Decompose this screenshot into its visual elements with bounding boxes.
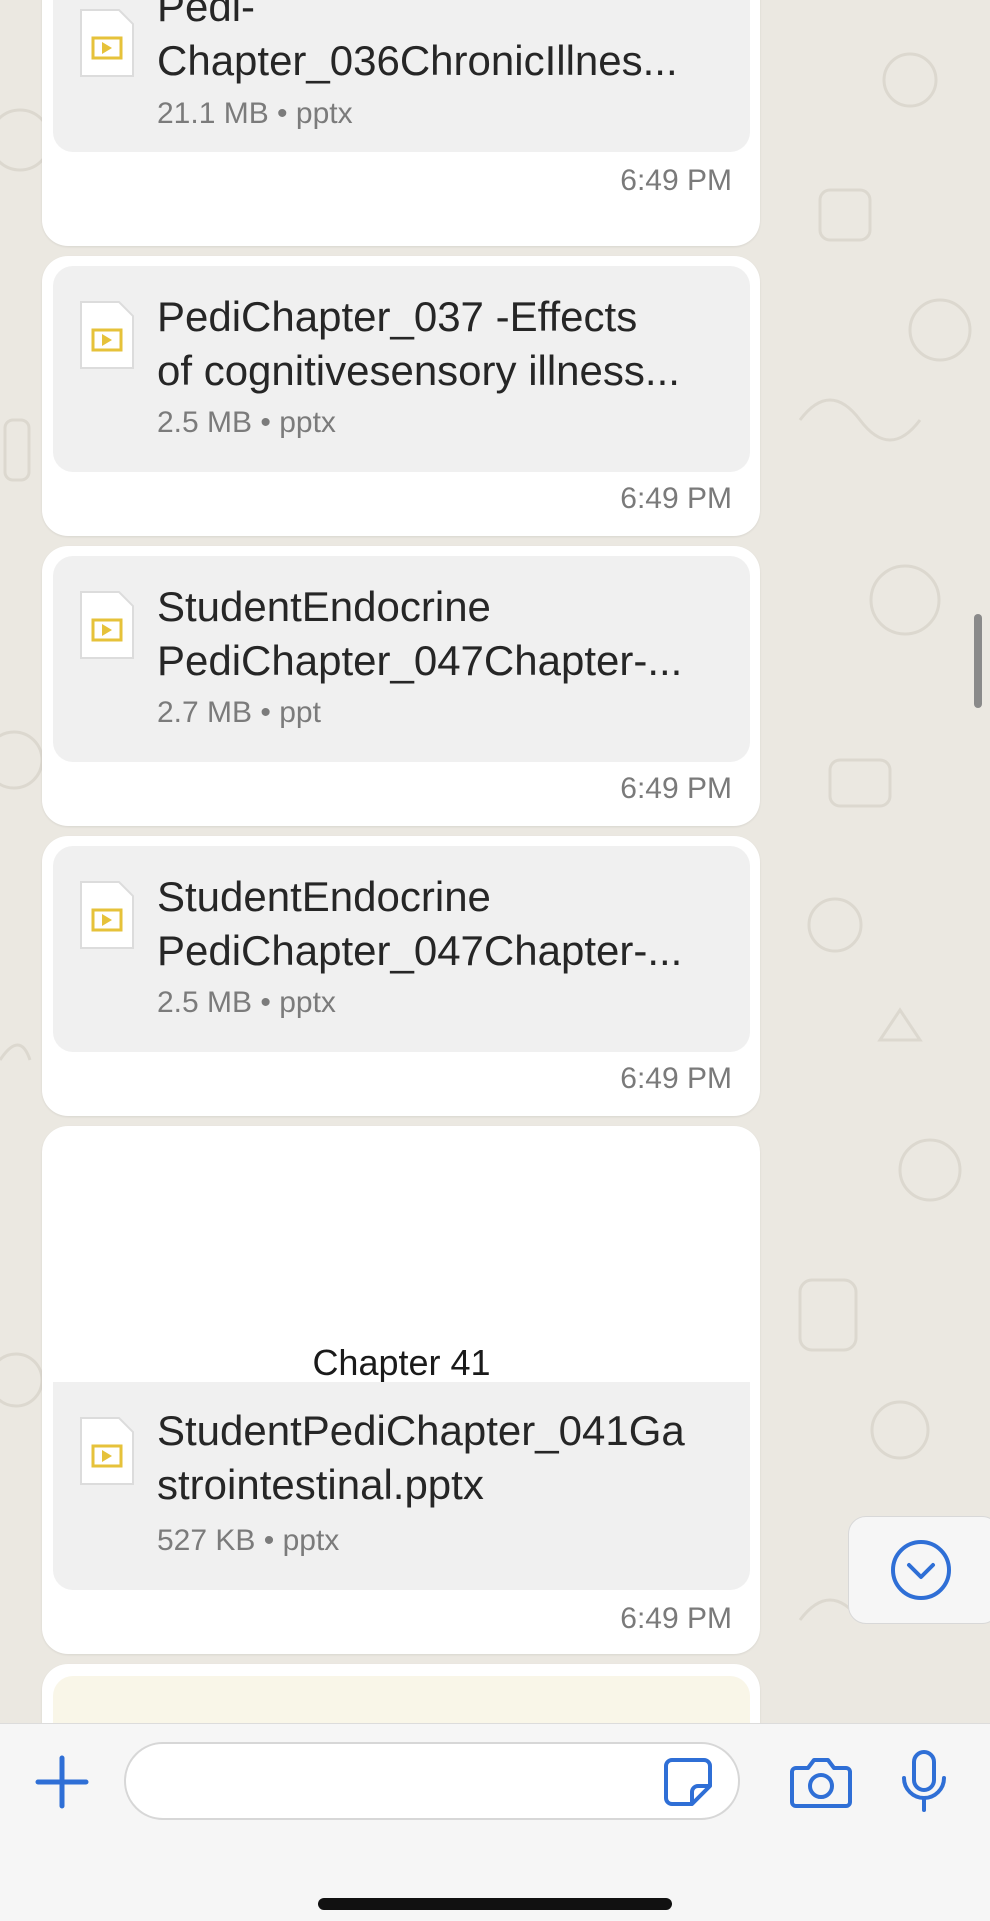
- file-name: StudentEndocrine PediChapter_047Chapter-…: [157, 873, 683, 974]
- home-indicator: [318, 1898, 672, 1910]
- file-meta: 21.1 MB • pptx: [157, 97, 353, 130]
- presentation-file-icon: [80, 1417, 134, 1485]
- presentation-file-icon: [80, 9, 134, 77]
- message-bubble[interactable]: Pedi- Chapter_036ChronicIllnes... 21.1 M…: [42, 0, 760, 246]
- file-attachment[interactable]: PediChapter_037 -Effects of cognitivesen…: [53, 266, 750, 472]
- file-attachment[interactable]: StudentEndocrine PediChapter_047Chapter-…: [53, 556, 750, 762]
- message-bubble[interactable]: [42, 1664, 760, 1723]
- plus-icon[interactable]: [32, 1752, 92, 1812]
- chat-background: Pedi- Chapter_036ChronicIllnes... 21.1 M…: [0, 0, 990, 1723]
- sticker-icon[interactable]: [662, 1756, 714, 1808]
- presentation-file-icon: [80, 591, 134, 659]
- message-bubble[interactable]: StudentEndocrine PediChapter_047Chapter-…: [42, 836, 760, 1116]
- file-attachment[interactable]: StudentEndocrine PediChapter_047Chapter-…: [53, 846, 750, 1052]
- presentation-file-icon: [80, 881, 134, 949]
- preview-title: Chapter 41: [312, 1342, 491, 1383]
- message-bubble[interactable]: PediChapter_037 -Effects of cognitivesen…: [42, 256, 760, 536]
- file-meta: 2.5 MB • pptx: [157, 986, 336, 1019]
- message-timestamp: 6:49 PM: [620, 482, 732, 515]
- message-timestamp: 6:49 PM: [620, 1602, 732, 1635]
- scroll-to-bottom-button[interactable]: [848, 1516, 990, 1624]
- camera-icon[interactable]: [790, 1754, 852, 1810]
- message-bubble[interactable]: StudentEndocrine PediChapter_047Chapter-…: [42, 546, 760, 826]
- file-meta: 527 KB • pptx: [157, 1524, 340, 1557]
- scrollbar-thumb[interactable]: [974, 614, 982, 708]
- file-name: PediChapter_037 -Effects of cognitivesen…: [157, 293, 680, 394]
- file-attachment[interactable]: Pedi- Chapter_036ChronicIllnes... 21.1 M…: [53, 0, 750, 152]
- file-attachment[interactable]: StudentPediChapter_041Ga strointestinal.…: [53, 1382, 750, 1590]
- document-preview[interactable]: Chapter 41: [53, 1126, 750, 1386]
- message-input[interactable]: [124, 1742, 740, 1820]
- message-composer: [0, 1723, 990, 1921]
- message-timestamp: 6:49 PM: [620, 1062, 732, 1095]
- file-name: StudentPediChapter_041Ga strointestinal.…: [157, 1407, 685, 1508]
- presentation-file-icon: [80, 301, 134, 369]
- image-preview[interactable]: [53, 1676, 750, 1723]
- message-timestamp: 6:49 PM: [620, 772, 732, 805]
- message-bubble[interactable]: Chapter 41 StudentPediChapter_041Ga stro…: [42, 1126, 760, 1654]
- message-timestamp: 6:49 PM: [620, 164, 732, 197]
- file-name: StudentEndocrine PediChapter_047Chapter-…: [157, 583, 683, 684]
- file-name: Pedi- Chapter_036ChronicIllnes...: [157, 0, 678, 84]
- file-meta: 2.7 MB • ppt: [157, 696, 321, 729]
- chevron-down-circle-icon: [891, 1540, 951, 1600]
- file-meta: 2.5 MB • pptx: [157, 406, 336, 439]
- microphone-icon[interactable]: [900, 1750, 948, 1814]
